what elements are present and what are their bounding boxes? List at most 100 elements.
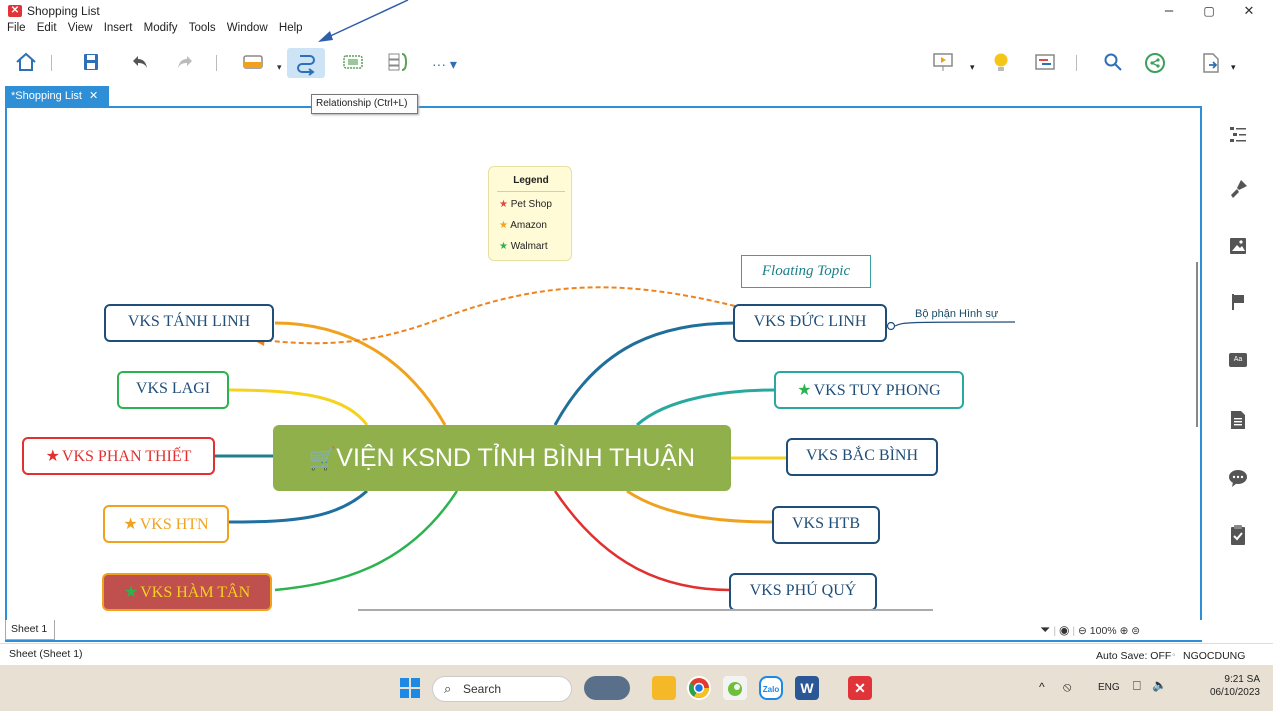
menu-modify[interactable]: Modify: [144, 22, 178, 34]
horizontal-scrollbar[interactable]: [358, 609, 933, 611]
central-topic[interactable]: 🛒VIỆN KSND TỈNH BÌNH THUẬN: [273, 425, 731, 491]
autosave-status[interactable]: Auto Save: OFF: [1096, 650, 1171, 662]
topic-icon[interactable]: [240, 52, 266, 74]
outline-icon[interactable]: [1227, 124, 1249, 146]
tab-shopping-list[interactable]: *Shopping List ✕: [5, 86, 109, 106]
home-icon[interactable]: [13, 52, 39, 74]
legend[interactable]: Legend ★ Pet Shop ★ Amazon ★ Walmart: [488, 166, 572, 261]
presentation-icon[interactable]: [930, 52, 956, 74]
tab-label: *Shopping List: [11, 90, 82, 102]
topic-vks-duc-linh[interactable]: VKS ĐỨC LINH: [733, 304, 887, 342]
file-explorer-icon[interactable]: [652, 676, 676, 700]
filter-icon[interactable]: ⏷: [1040, 622, 1050, 637]
taskbar-search[interactable]: ⌕ Search: [432, 676, 572, 702]
menu-window[interactable]: Window: [227, 22, 268, 34]
toolbar-separator: [1076, 55, 1077, 71]
zoom-level[interactable]: 100%: [1090, 625, 1117, 637]
comments-icon[interactable]: [1227, 468, 1249, 490]
topic-vks-phu-quy[interactable]: VKS PHÚ QUÝ: [729, 573, 877, 611]
widgets-icon[interactable]: [584, 676, 630, 700]
toolbar: ▾ ··· ▾ ▾ ▾: [0, 44, 1273, 82]
fit-icon[interactable]: ⊜: [1131, 625, 1140, 637]
toolbar-separator: [216, 55, 217, 71]
network-icon[interactable]: ⦸: [1063, 679, 1071, 695]
subtopic-label[interactable]: Bộ phận Hình sự: [915, 308, 998, 320]
task-icon[interactable]: [1227, 524, 1249, 546]
floating-topic[interactable]: Floating Topic: [741, 255, 871, 288]
cart-icon: 🛒: [308, 446, 337, 471]
flag-icon[interactable]: [1227, 292, 1249, 314]
window-title: Shopping List: [27, 4, 100, 18]
share-icon[interactable]: [1142, 52, 1168, 74]
more-tools-button[interactable]: ··· ▾: [432, 56, 457, 73]
close-button[interactable]: ✕: [1234, 2, 1264, 20]
minimize-button[interactable]: –: [1154, 2, 1184, 20]
menu-insert[interactable]: Insert: [104, 22, 133, 34]
topic-vks-bac-binh[interactable]: VKS BẮC BÌNH: [786, 438, 938, 476]
sheet-tab[interactable]: Sheet 1: [5, 620, 55, 640]
restore-button[interactable]: ▢: [1194, 2, 1224, 20]
volume-icon[interactable]: 🔈: [1152, 678, 1167, 692]
menu-bar: File Edit View Insert Modify Tools Windo…: [0, 22, 304, 40]
language-indicator[interactable]: ENG: [1098, 682, 1120, 693]
clock[interactable]: 9:21 SA 06/10/2023: [1200, 673, 1260, 699]
mindmap-canvas[interactable]: Legend ★ Pet Shop ★ Amazon ★ Walmart Flo…: [5, 106, 1202, 642]
presentation-dropdown-icon[interactable]: ▾: [970, 62, 975, 73]
text-style-icon[interactable]: Aa: [1227, 350, 1249, 372]
menu-tools[interactable]: Tools: [189, 22, 216, 34]
app-logo-icon: ✕: [8, 5, 22, 17]
tray-expand-icon[interactable]: ^: [1039, 680, 1045, 694]
xmind-icon[interactable]: ✕: [848, 676, 872, 700]
topic-vks-phan-thiet[interactable]: ★ VKS PHAN THIẾT: [22, 437, 215, 475]
status-bar: Sheet (Sheet 1) Auto Save: OFF ◦ NGOCDUN…: [0, 643, 1273, 665]
export-icon[interactable]: [1198, 52, 1224, 74]
taskbar: ⌕ Search Zalo W ✕ ^ ⦸ ENG ⎕ 🔈 9:21 SA 06…: [0, 665, 1273, 711]
search-icon: ⌕: [444, 681, 452, 696]
zoom-out-icon[interactable]: ⊖: [1078, 625, 1087, 637]
legend-divider: [497, 191, 565, 192]
save-icon[interactable]: [78, 52, 104, 74]
menu-file[interactable]: File: [7, 22, 26, 34]
user-name[interactable]: NGOCDUNG: [1183, 650, 1245, 662]
chrome-icon[interactable]: [687, 676, 711, 700]
coccoc-icon[interactable]: [723, 676, 747, 700]
topic-vks-htn[interactable]: ★ VKS HTN: [103, 505, 229, 543]
vertical-scrollbar[interactable]: [1196, 262, 1198, 427]
star-icon: ★: [123, 516, 138, 533]
topic-vks-tuy-phong[interactable]: ★ VKS TUY PHONG: [774, 371, 964, 409]
windows-start-icon[interactable]: [400, 678, 420, 701]
eye-icon[interactable]: ◉: [1059, 623, 1069, 637]
right-sidebar: Aa: [1210, 106, 1273, 642]
annotation-arrow: [318, 0, 409, 42]
summary-icon[interactable]: [386, 52, 412, 74]
notes-icon[interactable]: [1227, 410, 1249, 432]
topic-vks-ham-tan[interactable]: ★ VKS HÀM TÂN: [102, 573, 272, 611]
gantt-icon[interactable]: [1032, 52, 1058, 74]
topic-vks-tanh-linh[interactable]: VKS TÁNH LINH: [104, 304, 274, 342]
user-status-icon: ◦: [1172, 649, 1176, 661]
undo-icon[interactable]: [127, 52, 153, 74]
image-icon[interactable]: [1227, 236, 1249, 258]
menu-view[interactable]: View: [68, 22, 93, 34]
redo-icon[interactable]: [172, 52, 198, 74]
title-bar: ✕ Shopping List – ▢ ✕: [0, 0, 1273, 22]
tab-close-icon[interactable]: ✕: [89, 90, 98, 102]
relationship-icon[interactable]: [287, 48, 325, 78]
topic-vks-htb[interactable]: VKS HTB: [772, 506, 880, 544]
star-icon: ★: [499, 241, 508, 252]
export-dropdown-icon[interactable]: ▾: [1231, 62, 1236, 73]
zoom-in-icon[interactable]: ⊕: [1120, 625, 1129, 637]
topic-vks-lagi[interactable]: VKS LAGI: [117, 371, 229, 409]
clock-date: 06/10/2023: [1209, 687, 1260, 698]
menu-help[interactable]: Help: [279, 22, 303, 34]
zalo-icon[interactable]: Zalo: [759, 676, 783, 700]
search-icon[interactable]: [1100, 52, 1126, 74]
phone-icon[interactable]: ⎕: [1133, 678, 1141, 694]
menu-edit[interactable]: Edit: [37, 22, 57, 34]
format-painter-icon[interactable]: [1227, 178, 1249, 200]
boundary-icon[interactable]: [341, 52, 365, 74]
topic-dropdown-icon[interactable]: ▾: [277, 62, 282, 73]
clock-time: 9:21 SA: [1224, 674, 1260, 685]
lightbulb-icon[interactable]: [988, 52, 1014, 74]
word-icon[interactable]: W: [795, 676, 819, 700]
